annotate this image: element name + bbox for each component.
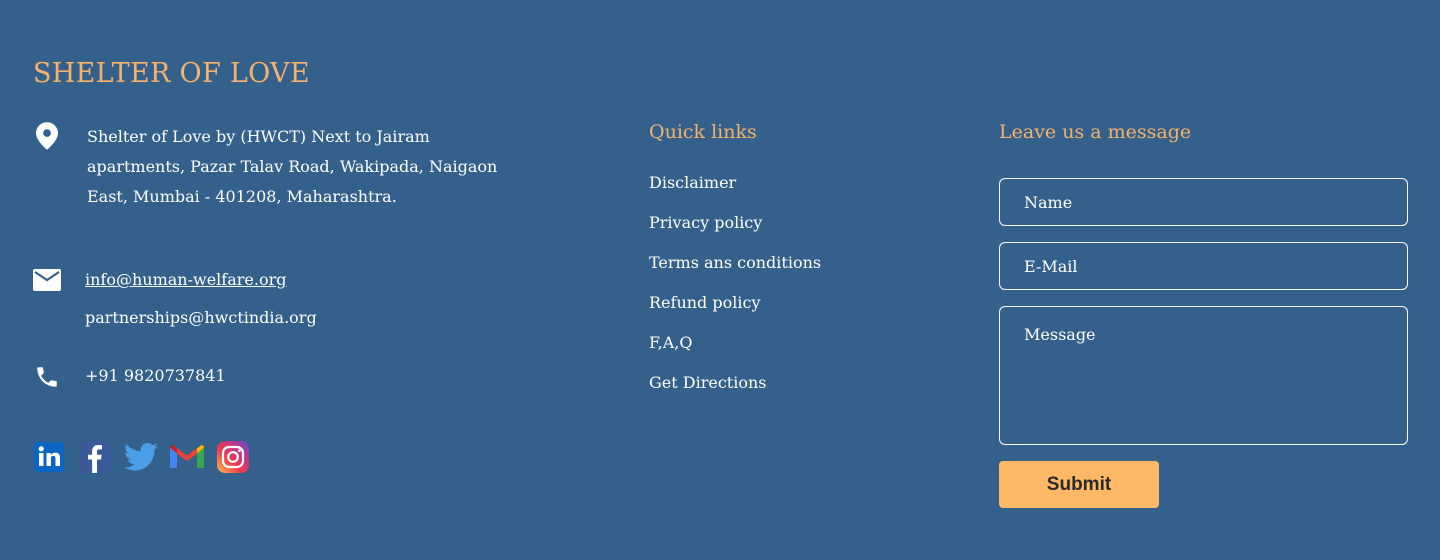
quick-link-faq[interactable]: F,A,Q bbox=[649, 332, 821, 372]
social-icons bbox=[32, 440, 250, 474]
quick-link-disclaimer[interactable]: Disclaimer bbox=[649, 172, 821, 212]
address-text: Shelter of Love by (HWCT) Next to Jairam… bbox=[87, 127, 498, 206]
phone-text: +91 9820737841 bbox=[85, 366, 226, 385]
linkedin-icon[interactable] bbox=[32, 440, 66, 474]
quick-links-title: Quick links bbox=[649, 121, 757, 143]
email-row bbox=[33, 266, 61, 294]
email-input[interactable] bbox=[999, 242, 1408, 290]
phone-icon bbox=[33, 363, 61, 391]
facebook-icon[interactable] bbox=[78, 440, 112, 474]
location-pin-icon bbox=[33, 122, 61, 150]
quick-link-directions[interactable]: Get Directions bbox=[649, 372, 821, 412]
message-input[interactable] bbox=[999, 306, 1408, 445]
phone-row bbox=[33, 363, 61, 391]
quick-links-list: Disclaimer Privacy policy Terms ans cond… bbox=[649, 172, 821, 412]
email-secondary-text[interactable]: partnerships@hwctindia.org bbox=[85, 308, 317, 327]
twitter-icon[interactable] bbox=[124, 440, 158, 474]
form-title: Leave us a message bbox=[999, 121, 1192, 143]
quick-link-terms[interactable]: Terms ans conditions bbox=[649, 252, 821, 292]
quick-link-refund[interactable]: Refund policy bbox=[649, 292, 821, 332]
email-primary-link[interactable]: info@human-welfare.org bbox=[85, 270, 286, 289]
quick-link-privacy[interactable]: Privacy policy bbox=[649, 212, 821, 252]
gmail-icon[interactable] bbox=[170, 440, 204, 474]
brand-title: SHELTER OF LOVE bbox=[33, 58, 310, 89]
submit-button[interactable]: Submit bbox=[999, 461, 1159, 508]
address-row bbox=[33, 122, 61, 150]
mail-icon bbox=[33, 266, 61, 294]
instagram-icon[interactable] bbox=[216, 440, 250, 474]
name-input[interactable] bbox=[999, 178, 1408, 226]
